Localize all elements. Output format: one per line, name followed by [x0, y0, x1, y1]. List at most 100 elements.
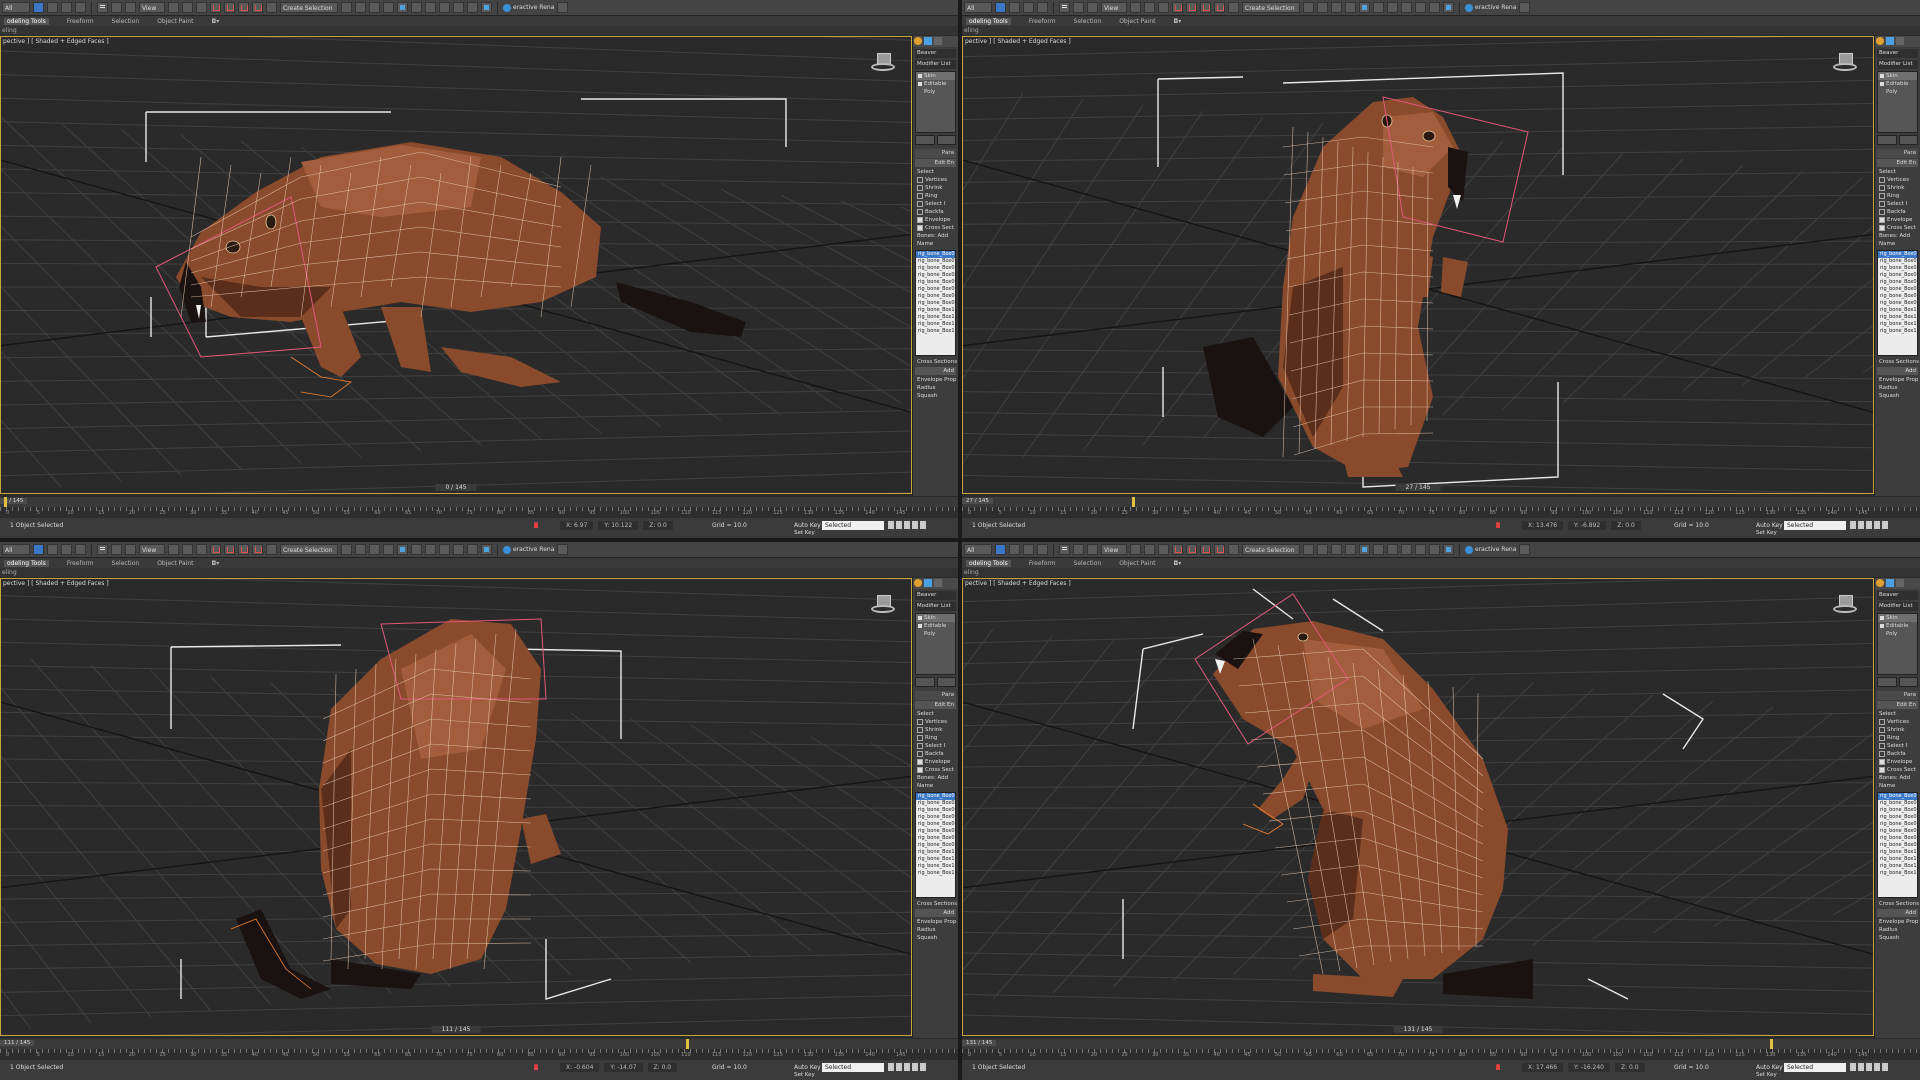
- render-teapot-icon[interactable]: [1519, 2, 1531, 13]
- render-production-icon[interactable]: [481, 2, 492, 13]
- curve-editor-icon[interactable]: [411, 544, 422, 555]
- layer-explorer-icon[interactable]: [369, 2, 380, 13]
- create-tab-icon[interactable]: [914, 579, 922, 587]
- goto-end-icon[interactable]: [920, 521, 926, 529]
- modify-tab-icon[interactable]: [1886, 37, 1894, 45]
- snap-toggle-icon[interactable]: [210, 544, 221, 555]
- render-teapot-icon[interactable]: [557, 2, 569, 13]
- render-production-icon[interactable]: [1443, 2, 1454, 13]
- angle-snap-icon[interactable]: [1186, 2, 1197, 13]
- tab-modeling-tools[interactable]: odeling Tools: [966, 17, 1011, 25]
- goto-end-icon[interactable]: [1882, 521, 1888, 529]
- option-checkbox[interactable]: Vertices: [913, 718, 958, 726]
- reference-coord-dropdown[interactable]: View: [139, 2, 165, 13]
- move-icon[interactable]: [97, 544, 108, 555]
- pivot-center-button[interactable]: [168, 544, 179, 555]
- keyboard-shortcut-button[interactable]: [196, 544, 207, 555]
- object-name-field[interactable]: Beaver: [1877, 49, 1918, 58]
- viewport-label[interactable]: pective ] [ Shaded + Edged Faces ]: [965, 580, 1071, 587]
- render-teapot-icon[interactable]: [557, 544, 569, 555]
- angle-snap-icon[interactable]: [224, 544, 235, 555]
- spinner-snap-icon[interactable]: [1214, 2, 1225, 13]
- x-coordinate-field[interactable]: X: 13.476: [1522, 521, 1564, 530]
- bone-list-item[interactable]: rig_bone_Box0: [916, 279, 955, 286]
- render-setup-icon[interactable]: [1415, 544, 1426, 555]
- align-icon[interactable]: [355, 544, 366, 555]
- move-icon[interactable]: [1059, 2, 1070, 13]
- option-checkbox[interactable]: Ring: [913, 734, 958, 742]
- pivot-center-button[interactable]: [1130, 2, 1141, 13]
- layer-explorer-icon[interactable]: [1331, 544, 1342, 555]
- spinner-snap-icon[interactable]: [252, 2, 263, 13]
- set-key-button[interactable]: Set Key: [794, 1072, 815, 1078]
- interactive-render-dropdown[interactable]: eractive Rena: [503, 3, 554, 12]
- tab-modeling-tools[interactable]: odeling Tools: [4, 559, 49, 567]
- keyboard-shortcut-button[interactable]: [1158, 544, 1169, 555]
- layer-explorer-icon[interactable]: [1331, 2, 1342, 13]
- time-slider[interactable]: 111 / 145: [0, 1039, 958, 1049]
- next-frame-icon[interactable]: [1874, 1063, 1880, 1071]
- rotate-icon[interactable]: [111, 2, 122, 13]
- goto-start-icon[interactable]: [1850, 521, 1856, 529]
- key-mode-dropdown[interactable]: Selected: [822, 521, 884, 530]
- bones-list[interactable]: rig_bone_Box0 rig_bone_Box0 rig_bone_Box0 r…: [1877, 792, 1918, 898]
- percent-snap-icon[interactable]: [1200, 2, 1211, 13]
- pivot-center-button[interactable]: [168, 2, 179, 13]
- render-setup-icon[interactable]: [453, 544, 464, 555]
- object-name-field[interactable]: Beaver: [915, 591, 956, 600]
- bone-list-item[interactable]: rig_bone_Box0: [1878, 251, 1917, 258]
- modify-tab-icon[interactable]: [924, 579, 932, 587]
- add-bone-button[interactable]: Add: [937, 775, 948, 781]
- beaver-tail[interactable]: [1443, 959, 1533, 999]
- viewcube-icon[interactable]: [871, 595, 895, 615]
- bone-list-item[interactable]: rig_bone_Box1: [1878, 849, 1917, 856]
- scene-canvas[interactable]: [963, 579, 1873, 1035]
- tab-object-paint[interactable]: Object Paint: [157, 560, 193, 567]
- time-slider-handle[interactable]: [4, 497, 7, 507]
- stack-item-editable-poly[interactable]: Editable Poly: [916, 80, 955, 95]
- x-coordinate-field[interactable]: X: -0.604: [560, 1063, 600, 1072]
- select-by-name-button[interactable]: [1009, 2, 1020, 13]
- bone-list-item[interactable]: rig_bone_Box0: [916, 265, 955, 272]
- time-slider-handle[interactable]: [1769, 1039, 1773, 1049]
- mirror-icon[interactable]: [341, 544, 352, 555]
- option-checkbox[interactable]: Vertices: [1875, 176, 1920, 184]
- bone-list-item[interactable]: rig_bone_Box1: [916, 856, 955, 863]
- beaver-snout[interactable]: [1448, 147, 1468, 202]
- select-object-button[interactable]: [995, 544, 1006, 555]
- rect-selection-button[interactable]: [1023, 2, 1034, 13]
- create-tab-icon[interactable]: [1876, 579, 1884, 587]
- angle-snap-icon[interactable]: [1186, 544, 1197, 555]
- window-crossing-button[interactable]: [75, 544, 86, 555]
- schematic-view-icon[interactable]: [425, 2, 436, 13]
- snap-toggle-icon[interactable]: [210, 2, 221, 13]
- tab-freeform[interactable]: Freeform: [67, 560, 94, 567]
- stack-item-skin[interactable]: Skin: [916, 72, 955, 80]
- window-crossing-button[interactable]: [75, 2, 86, 13]
- stack-item-editable-poly[interactable]: Editable Poly: [1878, 80, 1917, 95]
- option-checkbox[interactable]: Backfa: [913, 208, 958, 216]
- edit-envelopes-button[interactable]: Edit En: [1877, 159, 1918, 167]
- bone-list-item[interactable]: rig_bone_Box1: [1878, 307, 1917, 314]
- option-checkbox[interactable]: Select I: [913, 200, 958, 208]
- rect-selection-button[interactable]: [61, 544, 72, 555]
- isolate-toggle-icon[interactable]: [1496, 522, 1500, 528]
- option-checkbox[interactable]: Cross Sect: [1875, 224, 1920, 232]
- keyboard-shortcut-button[interactable]: [1158, 2, 1169, 13]
- material-editor-icon[interactable]: [439, 2, 450, 13]
- prev-frame-icon[interactable]: [1858, 521, 1864, 529]
- render-production-icon[interactable]: [1443, 544, 1454, 555]
- percent-snap-icon[interactable]: [1200, 544, 1211, 555]
- bone-list-item[interactable]: rig_bone_Box0: [1878, 828, 1917, 835]
- scene-render[interactable]: [1, 579, 911, 1035]
- beaver-front-leg-2[interactable]: [381, 307, 431, 372]
- stack-item-editable-poly[interactable]: Editable Poly: [1878, 622, 1917, 637]
- layer-explorer-icon[interactable]: [369, 544, 380, 555]
- rotate-icon[interactable]: [1073, 544, 1084, 555]
- select-manipulate-button[interactable]: [182, 2, 193, 13]
- edit-envelopes-button[interactable]: Edit En: [915, 701, 956, 709]
- modifier-list-dropdown[interactable]: Modifier List: [915, 60, 956, 69]
- scale-icon[interactable]: [125, 544, 136, 555]
- next-frame-icon[interactable]: [912, 1063, 918, 1071]
- move-icon[interactable]: [1059, 544, 1070, 555]
